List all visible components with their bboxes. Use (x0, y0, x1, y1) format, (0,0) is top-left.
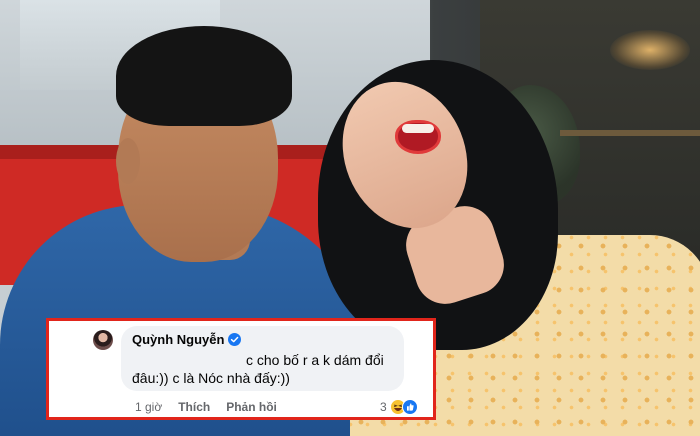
commenter-avatar[interactable] (93, 330, 113, 350)
reaction-icons (389, 399, 418, 415)
man-ear (116, 138, 140, 184)
author-name[interactable]: Quỳnh Nguyễn (132, 332, 224, 347)
background-lamp (610, 30, 690, 70)
reaction-summary[interactable]: 3 (380, 399, 418, 415)
author-row: Quỳnh Nguyễn (132, 332, 242, 347)
like-icon (401, 399, 418, 415)
highlighted-comment: Quỳnh Nguyễn c cho bố r a k dám đổi đâu:… (46, 318, 436, 420)
hidden-mention (132, 353, 240, 367)
reaction-count: 3 (380, 400, 387, 414)
woman-teeth (402, 124, 434, 133)
reply-button[interactable]: Phản hồi (226, 400, 277, 414)
comment-bubble: Quỳnh Nguyễn c cho bố r a k dám đổi đâu:… (121, 326, 404, 391)
comment-timestamp[interactable]: 1 giờ (135, 400, 162, 414)
like-button[interactable]: Thích (178, 400, 210, 414)
comment-actions: 1 giờ Thích Phản hồi (135, 400, 277, 414)
man-hair (116, 26, 292, 126)
background-shelf (560, 130, 700, 136)
verified-badge-icon (228, 333, 242, 346)
comment-text-row: c cho bố r a k dám đổi đâu:)) c là Nóc n… (132, 351, 400, 387)
